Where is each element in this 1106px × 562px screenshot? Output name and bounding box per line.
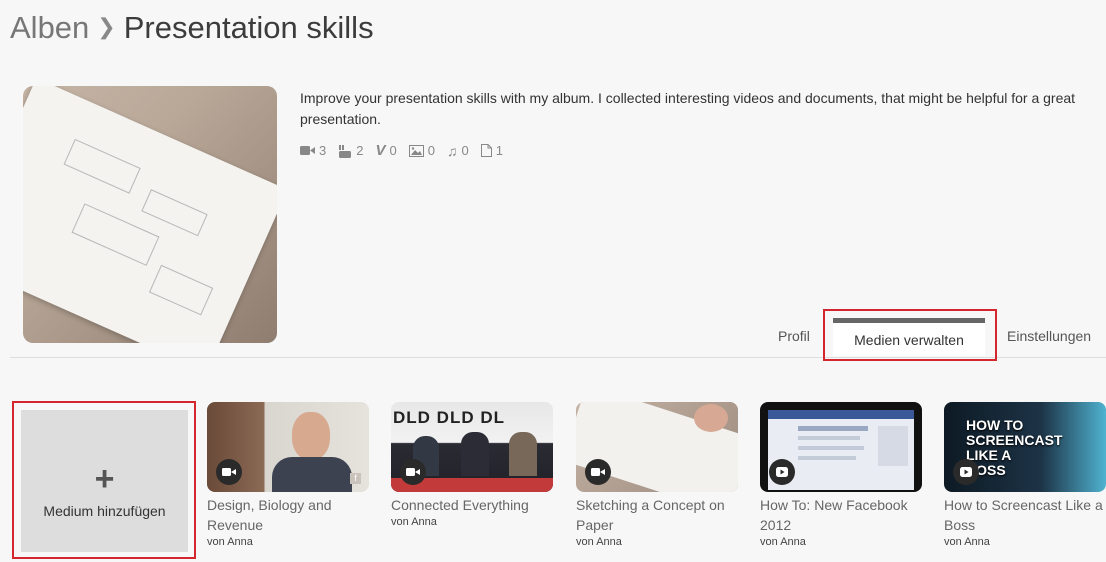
page-title: Presentation skills bbox=[123, 10, 374, 45]
media-item[interactable]: HOW TO SCREENCAST LIKE A BOSS How to Scr… bbox=[944, 402, 1106, 549]
media-thumbnail[interactable] bbox=[760, 402, 922, 492]
stat-music: ♫ 0 bbox=[447, 142, 469, 159]
media-thumbnail[interactable]: DLD DLD DL bbox=[391, 402, 553, 492]
stat-youtube: 2 bbox=[338, 142, 363, 159]
music-icon: ♫ bbox=[446, 142, 458, 159]
thumb-title-text: HOW TO SCREENCAST LIKE A BOSS bbox=[966, 417, 1063, 478]
media-item[interactable]: f Design, Biology and Revenue von Anna bbox=[207, 402, 369, 549]
hand bbox=[694, 404, 728, 432]
media-author: von Anna bbox=[944, 536, 990, 548]
person bbox=[509, 432, 537, 476]
screen-column bbox=[878, 426, 908, 466]
document-icon bbox=[480, 144, 492, 157]
add-media-label: Medium hinzufügen bbox=[43, 503, 166, 519]
screen-column bbox=[798, 446, 864, 450]
tabs-divider bbox=[10, 357, 1106, 358]
image-icon bbox=[408, 144, 424, 157]
media-title[interactable]: How To: New Facebook 2012 bbox=[760, 495, 922, 535]
album-stats: 3 2 V 0 0 ♫ 0 1 bbox=[300, 142, 503, 159]
screen-column bbox=[798, 426, 868, 431]
album-cover-image bbox=[23, 86, 277, 343]
stat-count: 0 bbox=[461, 143, 469, 158]
media-title[interactable]: How to Screencast Like a Boss bbox=[944, 495, 1106, 535]
screen-column bbox=[798, 436, 860, 440]
media-author: von Anna bbox=[391, 516, 437, 528]
media-title[interactable]: Connected Everything bbox=[391, 495, 553, 515]
tab-profile[interactable]: Profil bbox=[778, 328, 810, 344]
tab-settings[interactable]: Einstellungen bbox=[1007, 328, 1091, 344]
stat-videos: 3 bbox=[300, 142, 326, 159]
chevron-right-icon: ❯ bbox=[97, 14, 116, 39]
stat-count: 0 bbox=[427, 143, 435, 158]
vimeo-icon: V bbox=[375, 142, 386, 159]
sketch-box bbox=[141, 189, 208, 237]
add-media-button[interactable]: + Medium hinzufügen bbox=[21, 410, 188, 552]
screen-header bbox=[768, 410, 914, 419]
stat-count: 3 bbox=[319, 143, 327, 158]
media-title[interactable]: Design, Biology and Revenue bbox=[207, 495, 369, 535]
stat-count: 0 bbox=[389, 143, 397, 158]
media-thumbnail[interactable]: f bbox=[207, 402, 369, 492]
person bbox=[461, 432, 489, 476]
person-head bbox=[292, 412, 330, 460]
media-author: von Anna bbox=[207, 536, 253, 548]
media-item[interactable]: DLD DLD DL Connected Everything von Anna bbox=[391, 402, 553, 529]
media-author: von Anna bbox=[576, 536, 622, 548]
video-camera-icon bbox=[585, 459, 611, 485]
play-icon bbox=[769, 459, 795, 485]
breadcrumb: Alben ❯ Presentation skills bbox=[10, 8, 374, 48]
media-thumbnail[interactable] bbox=[576, 402, 738, 492]
media-item[interactable]: Sketching a Concept on Paper von Anna bbox=[576, 402, 738, 549]
play-icon bbox=[953, 459, 979, 485]
tab-manage-media-label: Medien verwalten bbox=[854, 331, 964, 348]
stage-sign: DLD DLD DL bbox=[393, 408, 505, 427]
video-camera-icon bbox=[400, 459, 426, 485]
facebook-icon: f bbox=[350, 473, 361, 484]
media-item[interactable]: How To: New Facebook 2012 von Anna bbox=[760, 402, 922, 549]
album-description: Improve your presentation skills with my… bbox=[300, 90, 1076, 127]
media-author: von Anna bbox=[760, 536, 806, 548]
sketch-box bbox=[148, 264, 214, 316]
youtube-icon bbox=[338, 144, 352, 158]
video-camera-icon bbox=[216, 459, 242, 485]
person-body bbox=[272, 457, 352, 492]
stat-images: 0 bbox=[408, 142, 435, 159]
plus-icon: + bbox=[94, 460, 115, 498]
stat-vimeo: V 0 bbox=[375, 142, 396, 159]
tab-manage-media[interactable]: Medien verwalten bbox=[833, 318, 985, 356]
stat-count: 2 bbox=[356, 143, 364, 158]
sketch-box bbox=[63, 138, 141, 194]
video-camera-icon bbox=[300, 145, 315, 156]
stat-count: 1 bbox=[495, 143, 503, 158]
paper-sketch bbox=[23, 86, 277, 343]
screen-column bbox=[798, 456, 856, 460]
media-thumbnail[interactable]: HOW TO SCREENCAST LIKE A BOSS bbox=[944, 402, 1106, 492]
breadcrumb-albums-link[interactable]: Alben bbox=[10, 10, 89, 46]
media-title[interactable]: Sketching a Concept on Paper bbox=[576, 495, 738, 535]
stat-documents: 1 bbox=[480, 142, 503, 159]
